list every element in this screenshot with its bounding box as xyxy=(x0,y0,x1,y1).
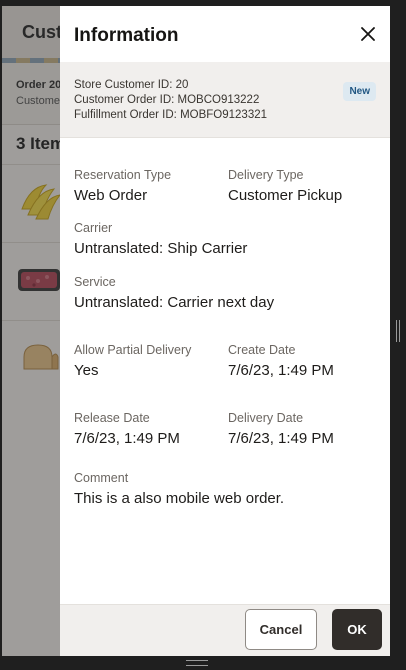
field-value: This is a also mobile web order. xyxy=(74,490,285,507)
fulfillment-order-id: Fulfillment Order ID: MOBFO9123321 xyxy=(74,109,268,121)
resize-handle-vertical[interactable] xyxy=(396,320,400,342)
field-reservation-type: Reservation Type Web Order xyxy=(74,167,171,206)
field-label: Carrier xyxy=(74,221,113,235)
field-label: Reservation Type xyxy=(74,168,172,182)
information-drawer: Information Store Customer ID: 20 Custom… xyxy=(60,6,390,656)
field-delivery-date: Delivery Date 7/6/23, 1:49 PM xyxy=(228,410,334,449)
store-customer-id: Store Customer ID: 20 xyxy=(74,79,189,91)
status-badge: New xyxy=(343,82,376,101)
device-frame: Cust Order 20 Custome 3 Item Information… xyxy=(0,0,406,670)
drawer-header: Information xyxy=(60,6,390,62)
field-value: Untranslated: Ship Carrier xyxy=(74,240,248,257)
field-value: Customer Pickup xyxy=(228,187,343,204)
resize-handle-horizontal[interactable] xyxy=(186,660,208,666)
drawer-footer: Cancel OK xyxy=(60,604,390,656)
field-label: Release Date xyxy=(74,411,150,425)
field-value: 7/6/23, 1:49 PM xyxy=(228,362,334,379)
field-value: 7/6/23, 1:49 PM xyxy=(228,430,334,447)
information-content: Reservation Type Web Order Delivery Type… xyxy=(60,138,390,604)
field-release-date: Release Date 7/6/23, 1:49 PM xyxy=(74,410,180,449)
field-value: 7/6/23, 1:49 PM xyxy=(74,430,180,447)
field-label: Allow Partial Delivery xyxy=(74,343,192,357)
summary-lines: Store Customer ID: 20 Customer Order ID:… xyxy=(74,78,267,123)
field-label: Comment xyxy=(74,471,129,485)
field-value: Yes xyxy=(74,362,99,379)
cancel-button[interactable]: Cancel xyxy=(245,609,317,650)
close-button[interactable] xyxy=(356,22,380,46)
field-carrier: Carrier Untranslated: Ship Carrier xyxy=(74,220,247,259)
field-label: Delivery Type xyxy=(228,168,304,182)
ok-button[interactable]: OK xyxy=(332,609,382,650)
field-value: Untranslated: Carrier next day xyxy=(74,294,275,311)
close-icon xyxy=(361,27,375,41)
field-delivery-type: Delivery Type Customer Pickup xyxy=(228,167,342,206)
field-service: Service Untranslated: Carrier next day xyxy=(74,274,274,313)
field-create-date: Create Date 7/6/23, 1:49 PM xyxy=(228,342,334,381)
customer-order-id: Customer Order ID: MOBCO913222 xyxy=(74,94,260,106)
field-label: Service xyxy=(74,275,116,289)
field-value: Web Order xyxy=(74,187,148,204)
field-allow-partial-delivery: Allow Partial Delivery Yes xyxy=(74,342,191,381)
drawer-title: Information xyxy=(74,25,179,46)
order-summary: Store Customer ID: 20 Customer Order ID:… xyxy=(60,62,390,138)
field-label: Create Date xyxy=(228,343,296,357)
field-label: Delivery Date xyxy=(228,411,304,425)
field-comment: Comment This is a also mobile web order. xyxy=(74,470,284,509)
